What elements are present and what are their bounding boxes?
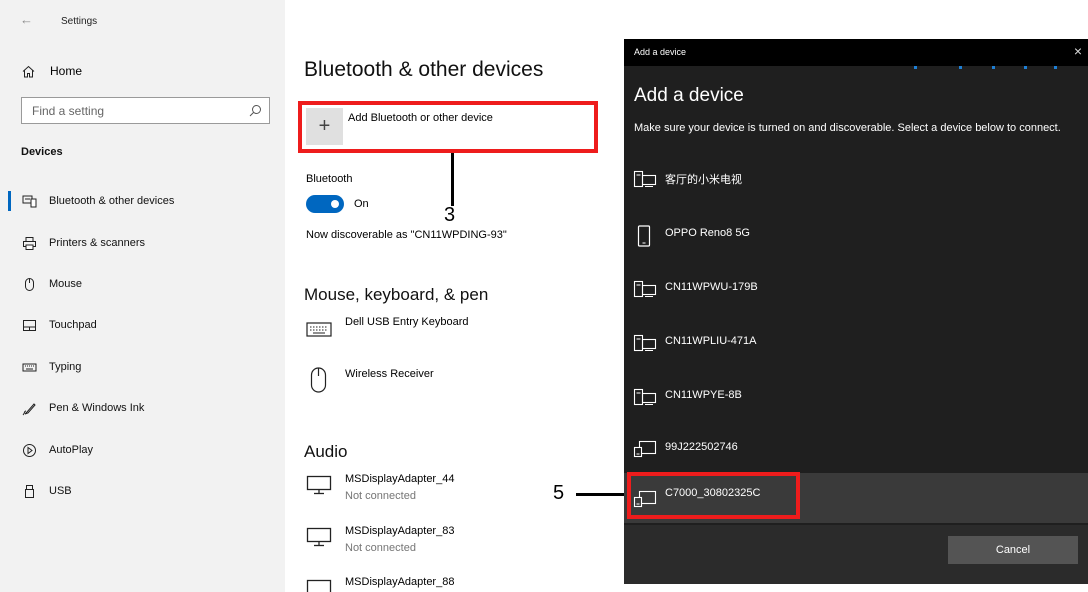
home-label: Home (50, 64, 83, 78)
sidebar-item-printers[interactable]: Printers & scanners (0, 233, 285, 253)
callout-number-5: 5 (553, 482, 565, 504)
sidebar-item-label: Touchpad (49, 319, 97, 331)
sidebar-item-bluetooth[interactable]: Bluetooth & other devices (0, 191, 285, 211)
device-name: OPPO Reno8 5G (665, 227, 750, 239)
dialog-description: Make sure your device is turned on and d… (634, 122, 1061, 134)
sidebar-item-label: AutoPlay (49, 444, 94, 456)
printer-icon (22, 236, 37, 251)
sidebar-item-touchpad[interactable]: Touchpad (0, 315, 285, 335)
display-icon (306, 579, 332, 592)
pen-icon (22, 401, 37, 416)
device-status: Not connected (345, 542, 416, 554)
page-title: Bluetooth & other devices (304, 58, 544, 81)
usb-icon (22, 484, 37, 499)
device-name: CN11WPLIU-471A (665, 335, 757, 347)
mouse-icon (306, 366, 332, 394)
callout-line-3 (451, 153, 454, 206)
device-list-item[interactable]: CN11WPWU-179B (624, 265, 1088, 315)
dialog-titlebar-text: Add a device (634, 47, 687, 57)
device-list-item[interactable]: 客厅的小米电视 (624, 155, 1088, 205)
device-name: CN11WPWU-179B (665, 281, 758, 293)
audio-heading: Audio (304, 442, 348, 461)
keyboard-icon (306, 320, 332, 338)
computer-device-icon (633, 279, 657, 299)
phone-icon (633, 225, 657, 247)
settings-sidebar: ← Settings Home Find a setting Devices B… (0, 0, 285, 592)
device-name[interactable]: MSDisplayAdapter_88 (345, 576, 454, 588)
sidebar-item-autoplay[interactable]: AutoPlay (0, 440, 285, 460)
sidebar-item-label: Bluetooth & other devices (49, 195, 175, 207)
device-name[interactable]: Dell USB Entry Keyboard (345, 316, 469, 328)
sidebar-item-typing[interactable]: Typing (0, 357, 285, 377)
mouse-icon (22, 277, 37, 292)
device-list-item[interactable]: 99J222502746 (624, 425, 1088, 475)
sidebar-item-mouse[interactable]: Mouse (0, 274, 285, 294)
mouse-keyboard-pen-heading: Mouse, keyboard, & pen (304, 285, 489, 304)
discoverable-text: Now discoverable as "CN11WPDING-93" (306, 229, 507, 241)
device-name[interactable]: Wireless Receiver (345, 368, 434, 380)
display-icon (306, 475, 332, 495)
computer-device-icon (633, 387, 657, 407)
device-name: 客厅的小米电视 (665, 174, 742, 186)
display-device-icon (633, 439, 657, 459)
device-name: 99J222502746 (665, 441, 738, 453)
touchpad-icon (22, 318, 37, 333)
add-device-dialog: Add a device × Add a device Make sure yo… (624, 39, 1088, 584)
sidebar-item-usb[interactable]: USB (0, 481, 285, 501)
device-name[interactable]: MSDisplayAdapter_44 (345, 473, 454, 485)
callout-number-3: 3 (444, 204, 456, 226)
back-arrow-icon[interactable]: ← (20, 12, 33, 27)
dialog-titlebar: Add a device × (624, 39, 1088, 66)
search-icon[interactable] (249, 104, 262, 122)
keyboard-icon (22, 360, 37, 375)
home-icon (22, 65, 38, 78)
main-content: Bluetooth & other devices + Add Bluetoot… (285, 0, 625, 592)
search-setting-box[interactable]: Find a setting (21, 97, 270, 124)
sidebar-item-label: Pen & Windows Ink (49, 402, 145, 414)
computer-device-icon (633, 333, 657, 353)
dialog-footer: Cancel (624, 525, 1088, 584)
device-list-item[interactable]: OPPO Reno8 5G (624, 211, 1088, 261)
bluetooth-toggle-state: On (354, 198, 369, 210)
computer-device-icon (633, 169, 657, 189)
device-name: CN11WPYE-8B (665, 389, 742, 401)
dialog-heading: Add a device (634, 85, 744, 106)
highlight-box-add-device (298, 101, 598, 153)
sidebar-section-devices: Devices (21, 146, 63, 158)
display-icon (306, 527, 332, 547)
sidebar-item-pen[interactable]: Pen & Windows Ink (0, 398, 285, 418)
bluetooth-toggle[interactable] (306, 195, 344, 213)
cancel-button[interactable]: Cancel (948, 536, 1078, 564)
search-placeholder: Find a setting (32, 104, 105, 118)
sidebar-item-label: Mouse (49, 278, 83, 290)
autoplay-icon (22, 443, 37, 458)
sidebar-item-label: Printers & scanners (49, 237, 145, 249)
sidebar-item-label: Typing (49, 361, 82, 373)
sidebar-item-label: USB (49, 485, 72, 497)
window-title: Settings (61, 16, 98, 27)
device-name[interactable]: MSDisplayAdapter_83 (345, 525, 454, 537)
bluetooth-devices-icon (22, 194, 37, 209)
searching-progress-dots (914, 66, 1084, 69)
device-list-item[interactable]: CN11WPYE-8B (624, 373, 1088, 423)
highlight-box-device (627, 472, 800, 519)
close-icon[interactable]: × (1074, 43, 1082, 59)
callout-line-5 (576, 493, 626, 496)
bluetooth-label: Bluetooth (306, 173, 353, 185)
device-status: Not connected (345, 490, 416, 502)
device-list-item[interactable]: CN11WPLIU-471A (624, 319, 1088, 369)
home-nav-item[interactable]: Home (22, 63, 82, 79)
